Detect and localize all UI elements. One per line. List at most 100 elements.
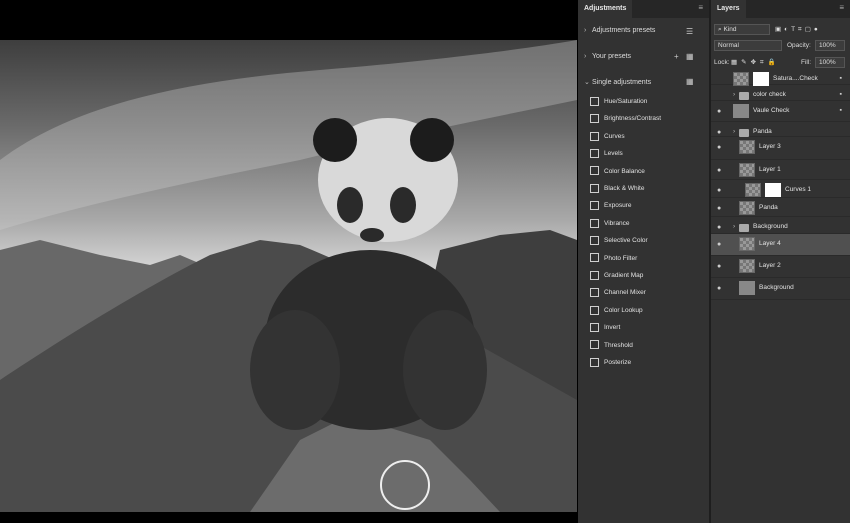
black-white-icon bbox=[590, 183, 599, 193]
vibrance-icon bbox=[590, 218, 599, 228]
adjustment-item[interactable]: Vibrance bbox=[590, 217, 630, 231]
adjustment-item[interactable]: Threshold bbox=[590, 339, 633, 353]
layer-name: Satura....Check bbox=[773, 75, 818, 82]
layer-thumbnail bbox=[739, 201, 755, 215]
lock-icons[interactable]: ▦✎✥⌗🔒 bbox=[731, 57, 780, 68]
adjustment-item[interactable]: Color Balance bbox=[590, 165, 645, 179]
panel-menu-icon[interactable]: ≡ bbox=[698, 3, 703, 12]
document-canvas[interactable] bbox=[0, 0, 577, 523]
eye-icon[interactable]: ● bbox=[717, 129, 721, 136]
opacity-field[interactable]: 100% bbox=[815, 40, 845, 51]
adjustment-label: Invert bbox=[604, 324, 621, 332]
hue-saturation-icon bbox=[590, 96, 599, 106]
your-presets-section[interactable]: › Your presets bbox=[584, 53, 631, 60]
adjustment-item[interactable]: Selective Color bbox=[590, 234, 648, 248]
adjustment-label: Vibrance bbox=[604, 219, 630, 227]
layer-row[interactable]: ● Layer 2 bbox=[711, 256, 850, 278]
photo-filter-icon bbox=[590, 253, 599, 263]
single-adjustments-section[interactable]: ⌄ Single adjustments bbox=[584, 78, 651, 86]
brightness-contrast-icon bbox=[590, 114, 599, 124]
adjustments-tab[interactable]: Adjustments bbox=[578, 0, 633, 18]
fill-field[interactable]: 100% bbox=[815, 57, 845, 68]
eye-icon[interactable]: ● bbox=[717, 224, 721, 231]
opacity-label: Opacity: bbox=[787, 42, 811, 49]
layer-name: Panda bbox=[753, 128, 772, 135]
adjustment-item[interactable]: Hue/Saturation bbox=[590, 95, 647, 109]
adjustment-label: Exposure bbox=[604, 202, 632, 210]
adjustment-item[interactable]: Curves bbox=[590, 130, 625, 144]
layer-row[interactable]: ● Panda bbox=[711, 198, 850, 217]
adjustment-label: Color Balance bbox=[604, 167, 645, 175]
adjustment-item[interactable]: Channel Mixer bbox=[590, 286, 646, 300]
adjustment-item[interactable]: Color Lookup bbox=[590, 304, 643, 318]
adjustments-presets-section[interactable]: › Adjustments presets bbox=[584, 27, 655, 34]
adjustment-item[interactable]: Brightness/Contrast bbox=[590, 112, 661, 126]
blend-mode-select[interactable]: Normal bbox=[714, 40, 782, 51]
invert-icon bbox=[590, 322, 599, 332]
adjustment-item[interactable]: Invert bbox=[590, 321, 620, 335]
layer-row[interactable]: ● Layer 3 bbox=[711, 137, 850, 160]
layer-filter-value: Kind bbox=[723, 26, 737, 33]
eye-icon[interactable]: ● bbox=[717, 205, 721, 212]
eye-icon[interactable]: ● bbox=[717, 263, 721, 270]
group-toggle-icon[interactable]: › bbox=[733, 223, 735, 230]
eye-icon[interactable]: ● bbox=[717, 108, 721, 115]
adjustment-label: Photo Filter bbox=[604, 254, 638, 262]
layer-thumbnail bbox=[739, 163, 755, 177]
levels-icon bbox=[590, 148, 599, 158]
adjustment-label: Channel Mixer bbox=[604, 289, 646, 297]
layer-row[interactable]: ● › Background bbox=[711, 217, 850, 234]
layer-row[interactable]: › color check ▪ bbox=[711, 85, 850, 101]
group-toggle-icon[interactable]: › bbox=[733, 128, 735, 135]
adjustment-label: Threshold bbox=[604, 341, 633, 349]
layer-name: Panda bbox=[759, 204, 778, 211]
grid-view-icon[interactable]: ▦ bbox=[686, 77, 694, 86]
layer-row[interactable]: ● Layer 1 bbox=[711, 160, 850, 180]
layer-row[interactable]: ● › Panda bbox=[711, 122, 850, 137]
canvas-image[interactable] bbox=[0, 40, 577, 512]
layer-row[interactable]: ● Background bbox=[711, 278, 850, 300]
adjustment-label: Color Lookup bbox=[604, 306, 643, 314]
panel-menu-icon[interactable]: ≡ bbox=[839, 3, 844, 12]
layer-name: color check bbox=[753, 91, 786, 98]
list-view-icon[interactable]: ☰ bbox=[686, 27, 693, 36]
adjustment-label: Hue/Saturation bbox=[604, 98, 648, 105]
adjustment-item[interactable]: Levels bbox=[590, 147, 623, 161]
panda-photo bbox=[0, 40, 577, 512]
add-preset-icon[interactable]: + bbox=[674, 52, 679, 61]
layers-tab[interactable]: Layers bbox=[711, 0, 746, 18]
eye-icon[interactable]: ● bbox=[717, 241, 721, 248]
your-presets-label: Your presets bbox=[592, 53, 632, 60]
group-toggle-icon[interactable]: › bbox=[733, 91, 735, 98]
layer-thumbnail bbox=[739, 237, 755, 251]
layer-row[interactable]: ● Layer 4 bbox=[711, 234, 850, 256]
chevron-right-icon: › bbox=[584, 53, 587, 60]
grid-view-icon[interactable]: ▦ bbox=[686, 52, 694, 61]
layer-name: Layer 4 bbox=[759, 240, 781, 247]
chevron-down-icon: ⌄ bbox=[584, 79, 590, 86]
adjustment-item[interactable]: Exposure bbox=[590, 199, 631, 213]
gradient-map-icon bbox=[590, 270, 599, 280]
layer-row[interactable]: ● Vaule Check ▪ bbox=[711, 101, 850, 122]
eye-icon[interactable]: ● bbox=[717, 167, 721, 174]
adjustment-item[interactable]: Posterize bbox=[590, 356, 631, 370]
eye-icon[interactable]: ● bbox=[717, 187, 721, 194]
fill-label: Fill: bbox=[801, 59, 812, 66]
layer-thumbnail bbox=[745, 183, 761, 197]
adjustment-label: Brightness/Contrast bbox=[604, 115, 662, 123]
layer-name: Curves 1 bbox=[785, 186, 812, 193]
layers-tabbar: Layers ≡ bbox=[711, 0, 850, 18]
adjustments-presets-label: Adjustments presets bbox=[592, 27, 656, 34]
adjustment-item[interactable]: Black & White bbox=[590, 182, 644, 196]
eye-icon[interactable]: ● bbox=[717, 144, 721, 151]
adjustment-item[interactable]: Gradient Map bbox=[590, 269, 643, 283]
adjustment-item[interactable]: Photo Filter bbox=[590, 252, 637, 266]
filter-icons[interactable]: ▣◐T⌗▢● bbox=[775, 24, 821, 35]
eye-icon[interactable]: ● bbox=[717, 285, 721, 292]
layer-filter-select[interactable]: ⌕ Kind bbox=[714, 24, 770, 35]
layer-name: Background bbox=[759, 284, 794, 291]
layer-thumbnail bbox=[739, 259, 755, 273]
layer-row[interactable]: Satura....Check ▪ bbox=[711, 69, 850, 86]
layer-row[interactable]: ● Curves 1 bbox=[711, 180, 850, 198]
selective-color-icon bbox=[590, 235, 599, 245]
